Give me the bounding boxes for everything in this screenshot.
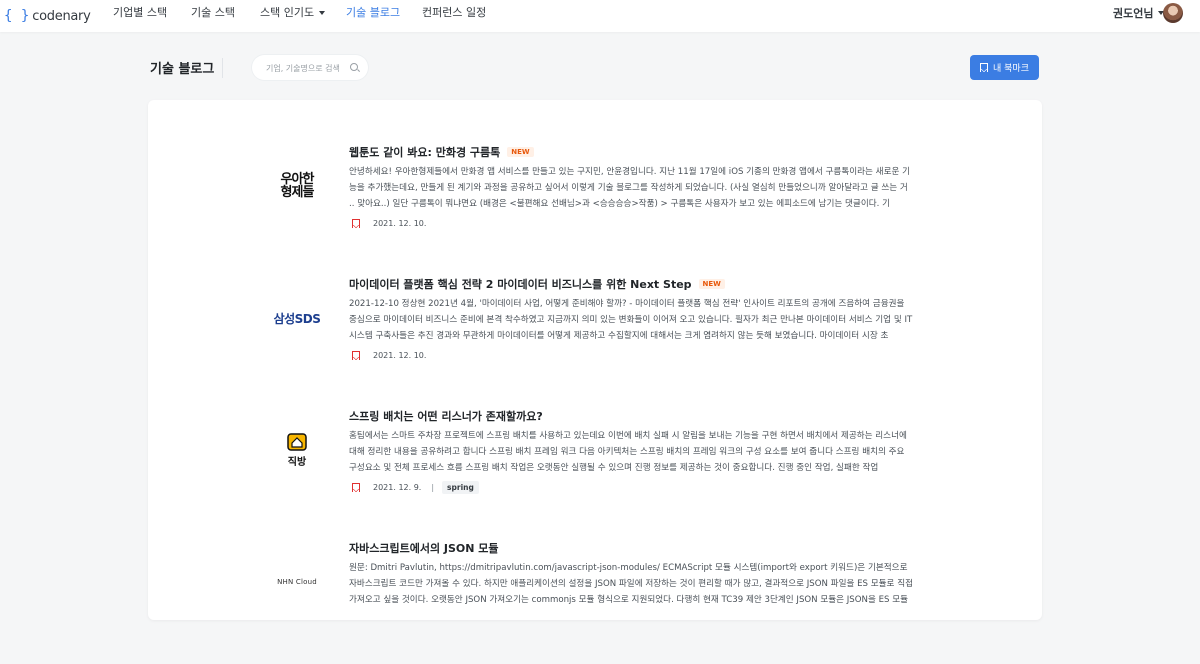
bookmark-icon[interactable] [352, 218, 360, 228]
company-logo-text: NHN Cloud [277, 578, 317, 586]
post-meta: 2021. 12. 9. | spring [352, 480, 479, 494]
page-title: 기술 블로그 [150, 62, 215, 77]
logo-mark-icon: { } [4, 8, 30, 24]
post-title[interactable]: 자바스크립트에서의 JSON 모듈 [349, 540, 499, 556]
list-item[interactable]: NHN Cloud 자바스크립트에서의 JSON 모듈 원문: Dmitri P… [148, 540, 1042, 664]
bookmark-icon [980, 63, 988, 72]
my-bookmark-label: 내 북마크 [993, 64, 1029, 74]
company-logo-woowa[interactable]: 우아한 형제들 [268, 166, 326, 206]
post-meta: 2021. 12. 10. [352, 349, 426, 361]
codenary-logo[interactable]: { } codenary [4, 5, 91, 27]
company-logo-zigbang[interactable]: 직방 [268, 428, 326, 472]
list-item[interactable]: 직방 스프링 배치는 어떤 리스너가 존재할까요? 홈팀에서는 스마트 주차장 … [148, 408, 1042, 532]
my-bookmark-button[interactable]: 내 북마크 [970, 55, 1039, 80]
post-excerpt[interactable]: 2021-12-10 정상현 2021년 4월, '마이데이터 사업, 어떻게 … [349, 296, 913, 344]
nav-item-stack-popularity[interactable]: 스택 인기도 [260, 0, 326, 32]
company-logo-text: 삼성SDS [273, 311, 321, 326]
new-badge: NEW [507, 147, 534, 157]
bookmark-icon[interactable] [352, 482, 360, 492]
user-menu[interactable]: 권도언님 [1113, 0, 1165, 26]
nav-item-tech-blog[interactable]: 기술 블로그 [346, 0, 400, 32]
tag-chip[interactable]: spring [442, 480, 479, 494]
company-logo-samsung-sds[interactable]: 삼성SDS [268, 298, 326, 338]
new-badge: NEW [698, 279, 725, 289]
post-meta: 2021. 12. 10. [352, 217, 426, 229]
company-logo-nhn-cloud[interactable]: NHN Cloud [268, 562, 326, 602]
nav-item-tech-stack[interactable]: 기술 스택 [191, 0, 235, 32]
bookmark-icon[interactable] [352, 350, 360, 360]
post-title[interactable]: 웹툰도 같이 봐요: 만화경 구름톡 NEW [349, 144, 534, 160]
avatar[interactable] [1163, 3, 1183, 23]
user-name: 권도언님 [1113, 7, 1154, 20]
post-date: 2021. 12. 9. [373, 482, 422, 492]
nav-item-company-stack[interactable]: 기업별 스택 [113, 0, 167, 32]
post-title-text: 스프링 배치는 어떤 리스너가 존재할까요? [349, 410, 543, 423]
list-item[interactable]: 삼성SDS 마이데이터 플랫폼 핵심 전략 2 마이데이터 비즈니스를 위한 N… [148, 276, 1042, 400]
search-box[interactable] [252, 55, 368, 82]
blog-post-list: 우아한 형제들 웹툰도 같이 봐요: 만화경 구름톡 NEW 안녕하세요! 우아… [148, 100, 1042, 620]
post-title-text: 마이데이터 플랫폼 핵심 전략 2 마이데이터 비즈니스를 위한 Next St… [349, 278, 692, 291]
meta-separator: | [431, 482, 435, 492]
post-title[interactable]: 마이데이터 플랫폼 핵심 전략 2 마이데이터 비즈니스를 위한 Next St… [349, 276, 725, 292]
post-title-text: 자바스크립트에서의 JSON 모듈 [349, 542, 499, 555]
post-title[interactable]: 스프링 배치는 어떤 리스너가 존재할까요? [349, 408, 543, 424]
top-navigation: { } codenary 기업별 스택 기술 스택 스택 인기도 기술 블로그 … [0, 0, 1200, 32]
search-input[interactable] [264, 55, 348, 82]
post-title-text: 웹툰도 같이 봐요: 만화경 구름톡 [349, 146, 501, 159]
chevron-down-icon [319, 11, 326, 15]
nav-item-conference-schedule[interactable]: 컨퍼런스 일정 [422, 0, 486, 32]
list-item[interactable]: 우아한 형제들 웹툰도 같이 봐요: 만화경 구름톡 NEW 안녕하세요! 우아… [148, 144, 1042, 268]
search-icon[interactable] [350, 63, 358, 71]
company-logo-text: 직방 [287, 456, 307, 468]
post-excerpt[interactable]: 홈팀에서는 스마트 주차장 프로젝트에 스프링 배치를 사용하고 있는데요 이번… [349, 428, 913, 476]
post-date: 2021. 12. 10. [373, 350, 427, 360]
company-logo-text: 형제들 [280, 185, 315, 200]
header-divider [222, 58, 223, 78]
logo-text: codenary [32, 8, 91, 24]
post-excerpt[interactable]: 안녕하세요! 우아한형제들에서 만화경 앱 서비스를 만들고 있는 구지민, 안… [349, 164, 913, 212]
house-icon [287, 432, 307, 451]
post-date: 2021. 12. 10. [373, 218, 427, 228]
